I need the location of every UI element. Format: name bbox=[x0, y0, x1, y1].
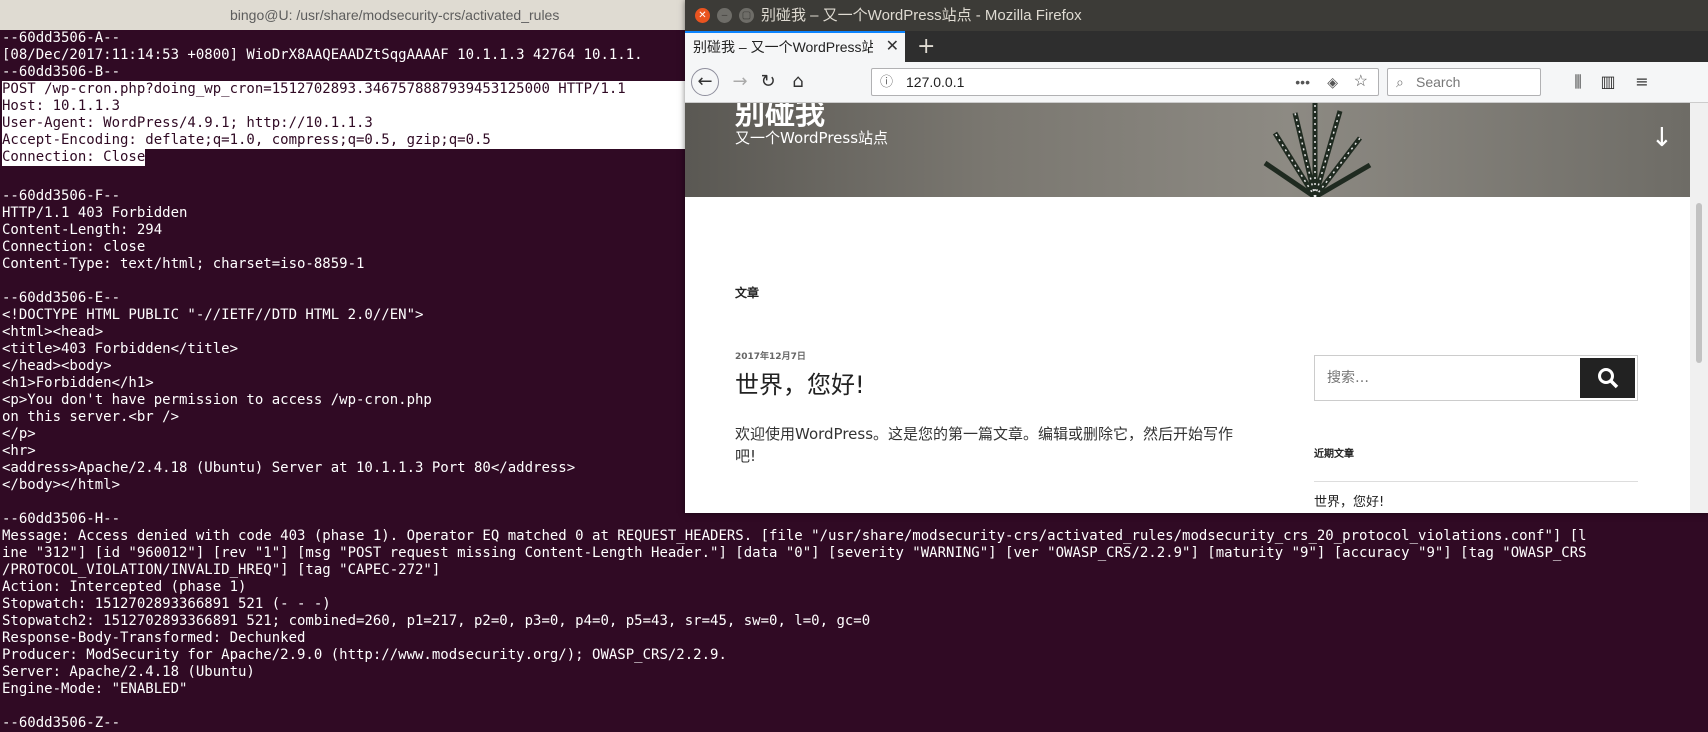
terminal-line: Action: Intercepted (phase 1) bbox=[2, 579, 247, 595]
forward-button[interactable]: → bbox=[729, 68, 751, 96]
widget-search-input[interactable] bbox=[1315, 356, 1579, 400]
page-actions-icon[interactable]: ••• bbox=[1295, 69, 1310, 95]
terminal-line-selected: Connection: Close bbox=[2, 149, 146, 166]
home-button[interactable]: ⌂ bbox=[787, 68, 809, 96]
search-icon bbox=[1597, 368, 1618, 389]
window-maximize-button[interactable]: ▢ bbox=[739, 8, 754, 23]
search-placeholder: Search bbox=[1416, 74, 1461, 90]
terminal-line: Message: Access denied with code 403 (ph… bbox=[2, 528, 1587, 544]
bookmark-star-icon[interactable]: ☆ bbox=[1354, 69, 1368, 95]
terminal-line: /PROTOCOL_VIOLATION/INVALID_HREQ"] [tag … bbox=[2, 562, 441, 578]
section-title: 文章 bbox=[735, 286, 760, 300]
web-page: 别碰我 又一个WordPress站点 ↓ 文章 2017年12月7日 世界，您好… bbox=[685, 103, 1690, 513]
tab-close-icon[interactable]: ✕ bbox=[886, 33, 899, 61]
library-icon[interactable]: ⫼ bbox=[1567, 68, 1589, 96]
new-tab-button[interactable]: + bbox=[917, 31, 935, 62]
info-icon[interactable]: ⓘ bbox=[880, 69, 893, 95]
url-bar[interactable]: ⓘ 127.0.0.1 ••• ◈ ☆ bbox=[871, 68, 1379, 96]
site-tagline: 又一个WordPress站点 bbox=[735, 129, 889, 147]
site-header: 别碰我 又一个WordPress站点 ↓ bbox=[685, 103, 1690, 197]
scrollbar-thumb[interactable] bbox=[1696, 203, 1702, 363]
terminal-line: Response-Body-Transformed: Dechunked bbox=[2, 630, 306, 646]
reload-button[interactable]: ↻ bbox=[757, 68, 779, 96]
recent-post-link[interactable]: 世界，您好! bbox=[1314, 491, 1384, 510]
navigation-toolbar: ← → ↻ ⌂ ⓘ 127.0.0.1 ••• ◈ ☆ ⌕ Search ⫼ ▥… bbox=[685, 62, 1708, 103]
pocket-icon[interactable]: ◈ bbox=[1327, 69, 1338, 95]
terminal-line: Stopwatch: 1512702893366891 521 (- - -) bbox=[2, 596, 331, 612]
scroll-down-arrow-icon[interactable]: ↓ bbox=[1651, 123, 1673, 153]
window-minimize-button[interactable]: – bbox=[717, 8, 732, 23]
firefox-window[interactable]: ✕ – ▢ 别碰我 – 又一个WordPress站点 - Mozilla Fir… bbox=[685, 0, 1708, 513]
search-input[interactable]: ⌕ Search bbox=[1387, 68, 1541, 96]
terminal-title: bingo@U: /usr/share/modsecurity-crs/acti… bbox=[230, 7, 560, 23]
post-excerpt: 欢迎使用WordPress。这是您的第一篇文章。编辑或删除它，然后开始写作吧! bbox=[735, 425, 1234, 465]
terminal-line: Producer: ModSecurity for Apache/2.9.0 (… bbox=[2, 647, 727, 663]
widget-search-button[interactable] bbox=[1580, 358, 1635, 398]
divider bbox=[1314, 481, 1638, 482]
window-close-button[interactable]: ✕ bbox=[695, 8, 710, 23]
sidebar-icon[interactable]: ▥ bbox=[1597, 68, 1619, 96]
terminal-line: Server: Apache/2.4.18 (Ubuntu) bbox=[2, 664, 255, 680]
post-title[interactable]: 世界，您好! bbox=[735, 365, 865, 400]
terminal-line: ine "312"] [id "960012"] [rev "1"] [msg … bbox=[2, 545, 1587, 561]
page-scrollbar[interactable] bbox=[1690, 103, 1708, 513]
post-date[interactable]: 2017年12月7日 bbox=[735, 349, 806, 362]
menu-icon[interactable]: ≡ bbox=[1631, 68, 1653, 96]
url-text: 127.0.0.1 bbox=[906, 74, 965, 90]
browser-tab-label: 别碰我 – 又一个WordPress站点 bbox=[693, 39, 873, 55]
terminal-line: --60dd3506-H-- bbox=[2, 511, 121, 527]
header-plant-image bbox=[1263, 103, 1372, 197]
terminal-line: Stopwatch2: 1512702893366891 521; combin… bbox=[2, 613, 871, 629]
widget-search bbox=[1314, 355, 1638, 401]
terminal-line: --60dd3506-Z-- bbox=[2, 715, 121, 731]
back-button[interactable]: ← bbox=[691, 68, 719, 96]
firefox-window-title: 别碰我 – 又一个WordPress站点 - Mozilla Firefox bbox=[761, 7, 1082, 24]
browser-tab[interactable]: 别碰我 – 又一个WordPress站点 ✕ bbox=[685, 31, 905, 62]
search-icon: ⌕ bbox=[1396, 74, 1404, 90]
recent-posts-heading: 近期文章 bbox=[1314, 449, 1354, 460]
firefox-titlebar[interactable]: ✕ – ▢ 别碰我 – 又一个WordPress站点 - Mozilla Fir… bbox=[685, 0, 1708, 31]
terminal-line: Engine-Mode: "ENABLED" bbox=[2, 681, 188, 697]
tab-strip: 别碰我 – 又一个WordPress站点 ✕ + bbox=[685, 31, 1708, 62]
